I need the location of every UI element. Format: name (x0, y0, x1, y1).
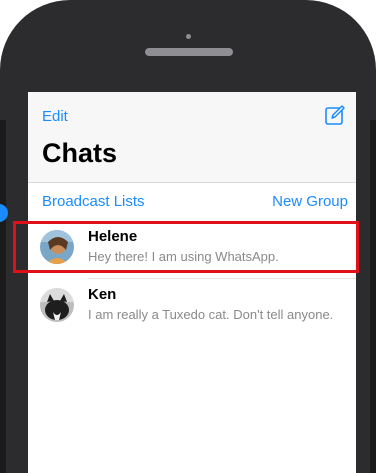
contact-name: Helene (88, 228, 138, 245)
chat-row-helene[interactable]: Helene Hey there! I am using WhatsApp. (28, 221, 356, 279)
message-preview: Hey there! I am using WhatsApp. (88, 249, 279, 264)
phone-edge-right (370, 120, 376, 473)
page-title: Chats (42, 138, 118, 168)
chats-navigation-header: Edit Chats (28, 92, 356, 182)
edit-button[interactable]: Edit (42, 108, 68, 125)
phone-frame: Edit Chats Broadcast Lists New Group Hel… (0, 0, 376, 473)
chats-subbar: Broadcast Lists New Group (28, 182, 356, 222)
avatar (40, 288, 74, 322)
new-group-button[interactable]: New Group (272, 193, 348, 210)
chat-row-ken[interactable]: Ken I am really a Tuxedo cat. Don't tell… (28, 279, 356, 337)
phone-screen: Edit Chats Broadcast Lists New Group Hel… (28, 92, 356, 473)
contact-name: Ken (88, 286, 117, 303)
tutorial-figure: Edit Chats Broadcast Lists New Group Hel… (0, 0, 376, 473)
message-preview: I am really a Tuxedo cat. Don't tell any… (88, 307, 334, 322)
phone-edge-left (0, 120, 6, 473)
avatar (40, 230, 74, 264)
earpiece-speaker (145, 48, 233, 56)
broadcast-lists-button[interactable]: Broadcast Lists (42, 193, 145, 210)
compose-icon[interactable] (324, 104, 346, 126)
front-camera (186, 34, 191, 39)
